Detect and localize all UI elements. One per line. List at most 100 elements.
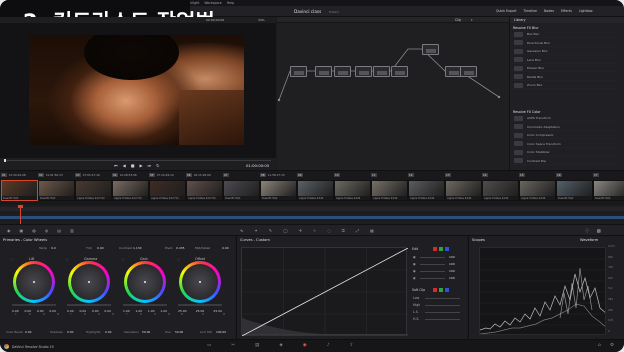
clip-thumbnail[interactable]: Apple ProRes 422 HQ (75, 180, 112, 201)
quick-export-button[interactable]: Quick Export (496, 9, 516, 13)
curve-intensity-slider[interactable] (420, 264, 445, 265)
node-01[interactable] (290, 66, 307, 77)
loop-icon[interactable]: ↻ (156, 163, 159, 168)
clip-thumbnail[interactable]: Apple ProRes 4444 (482, 180, 519, 201)
playhead-handle[interactable] (18, 205, 23, 208)
node-05[interactable] (373, 66, 390, 77)
color-wheel[interactable] (124, 261, 166, 303)
fusion-page-icon[interactable]: ◈ (279, 343, 282, 348)
play-reverse-icon[interactable]: ◀ (123, 163, 126, 168)
fx-item[interactable]: Color Stabilizer (511, 149, 619, 156)
curves-icon[interactable]: ∿ (240, 228, 243, 233)
link-icon[interactable]: ● (413, 276, 416, 280)
pivot-field[interactable]: 0.435 (176, 246, 185, 250)
magic-mask-icon[interactable]: ✧ (313, 228, 316, 233)
curve-intensity-value[interactable]: 100 (449, 276, 455, 280)
fx-item[interactable]: Contrast Pop (511, 158, 619, 165)
curve-intensity-value[interactable]: 100 (449, 255, 455, 259)
menu-item[interactable]: Help (227, 1, 234, 5)
curve-intensity-slider[interactable] (420, 278, 445, 279)
effects-panel-button[interactable]: Effects (561, 9, 572, 13)
fx-item[interactable]: Color Space Transform (511, 141, 619, 148)
link-icon[interactable]: ● (413, 255, 416, 259)
tracker-icon[interactable]: ✛ (299, 228, 302, 233)
curve-intensity-slider[interactable] (420, 257, 445, 258)
color-wheel[interactable] (179, 261, 221, 303)
jump-end-icon[interactable]: ⏭ (148, 163, 152, 168)
wheel-reset-icon[interactable]: ◌ (122, 257, 125, 261)
color-wheel[interactable] (68, 261, 110, 303)
info-icon[interactable]: ⓘ (585, 228, 589, 234)
cut-page-icon[interactable]: ✂ (231, 343, 235, 348)
color-match-icon[interactable]: ▣ (20, 228, 24, 233)
settings-gear-icon[interactable]: ⚙ (610, 343, 614, 348)
mid-detail-field[interactable]: 0.00 (222, 246, 229, 250)
node-09[interactable] (460, 66, 477, 77)
fx-item[interactable]: Lens Blur (511, 57, 619, 64)
soft-clip-slider[interactable] (425, 305, 460, 306)
motion-effects-icon[interactable]: ▥ (70, 228, 74, 233)
clip-thumbnail[interactable]: Apple ProRes 4444 (297, 180, 334, 201)
fx-item[interactable]: Box Blur (511, 31, 619, 38)
wheel-master-slider[interactable] (12, 304, 56, 306)
softclip-blue-toggle[interactable] (445, 288, 449, 292)
rgb-mixer-icon[interactable]: ▤ (57, 228, 61, 233)
clip-thumbnail[interactable]: Apple ProRes 4444 (445, 180, 482, 201)
blur-icon[interactable]: ◌ (327, 228, 331, 233)
viewer-scrub-handle[interactable] (4, 159, 6, 162)
fx-section-color[interactable]: Resolve FX Color (513, 110, 541, 114)
window-icon[interactable]: ◯ (283, 228, 287, 233)
fx-item[interactable]: Zoom Blur (511, 82, 619, 89)
tint-field[interactable]: 0.00 (97, 246, 104, 250)
home-icon[interactable]: ⌂ (598, 343, 601, 348)
wheel-master-slider[interactable] (123, 304, 167, 306)
clip-thumbnail[interactable]: DaerIB HQX (556, 180, 593, 201)
fx-item[interactable]: Mosaic Blur (511, 65, 619, 72)
soft-clip-slider[interactable] (425, 312, 460, 313)
saturation-field[interactable]: 50.00 (142, 330, 150, 334)
node-02[interactable] (315, 66, 332, 77)
color-page-icon[interactable]: ◉ (303, 343, 307, 348)
link-icon[interactable]: ● (413, 262, 416, 266)
curve-intensity-slider[interactable] (420, 271, 445, 272)
scopes-icon[interactable]: ▧ (597, 228, 601, 234)
key-icon[interactable]: ⚿ (342, 228, 345, 233)
fx-item[interactable]: Gaussian Blur (511, 48, 619, 55)
fx-section-blur[interactable]: Resolve FX Blur (513, 26, 539, 30)
softclip-green-toggle[interactable] (439, 288, 443, 292)
scope-mode-select[interactable]: Waveform (580, 238, 598, 242)
clip-thumbnail[interactable]: Apple ProRes 422 HQ (149, 180, 186, 201)
clip-thumbnail[interactable]: Apple ProRes 4444 (408, 180, 445, 201)
fairlight-page-icon[interactable]: ♪ (327, 343, 330, 348)
soft-clip-slider[interactable] (425, 319, 460, 320)
color-boost-field[interactable]: 0.00 (25, 330, 31, 334)
lightbox-panel-button[interactable]: Lightbox (579, 9, 593, 13)
timeline-panel-button[interactable]: Timeline (523, 9, 537, 13)
clip-thumbnail[interactable]: DaerIB HQX (38, 180, 75, 201)
jump-start-icon[interactable]: ⏮ (114, 163, 118, 168)
channel-green-toggle[interactable] (439, 247, 443, 251)
curve-intensity-value[interactable]: 100 (449, 269, 455, 273)
wheel-reset-icon[interactable]: ◌ (66, 257, 69, 261)
media-page-icon[interactable]: ▭ (207, 343, 211, 348)
menu-item[interactable]: Workspace (204, 1, 221, 5)
nodes-panel-button[interactable]: Nodes (544, 9, 554, 13)
clip-thumbnail[interactable]: DaerIB HQX (223, 180, 260, 201)
node-07[interactable] (422, 44, 439, 55)
edit-page-icon[interactable]: ▤ (255, 343, 259, 348)
play-icon[interactable]: ▶ (139, 163, 142, 168)
clip-thumbnail[interactable]: Apple ProRes 4444 (334, 180, 371, 201)
node-06[interactable] (391, 66, 408, 77)
wheel-master-slider[interactable] (67, 304, 111, 306)
qualifier-icon[interactable]: ✎ (269, 228, 272, 233)
wheel-reset-icon[interactable]: ◌ (177, 257, 180, 261)
shadows-field[interactable]: 0.00 (67, 330, 73, 334)
channel-red-toggle[interactable] (433, 247, 437, 251)
temp-field[interactable]: 0.0 (51, 246, 56, 250)
node-04[interactable] (355, 66, 372, 77)
sizing-icon[interactable]: ⤢ (356, 228, 359, 233)
hdr-icon[interactable]: ◍ (45, 228, 49, 233)
fx-item[interactable]: Directional Blur (511, 40, 619, 47)
clip-thumbnail[interactable]: DaerIB HQX (260, 180, 297, 201)
viewer-zoom[interactable]: 34% (258, 18, 265, 22)
